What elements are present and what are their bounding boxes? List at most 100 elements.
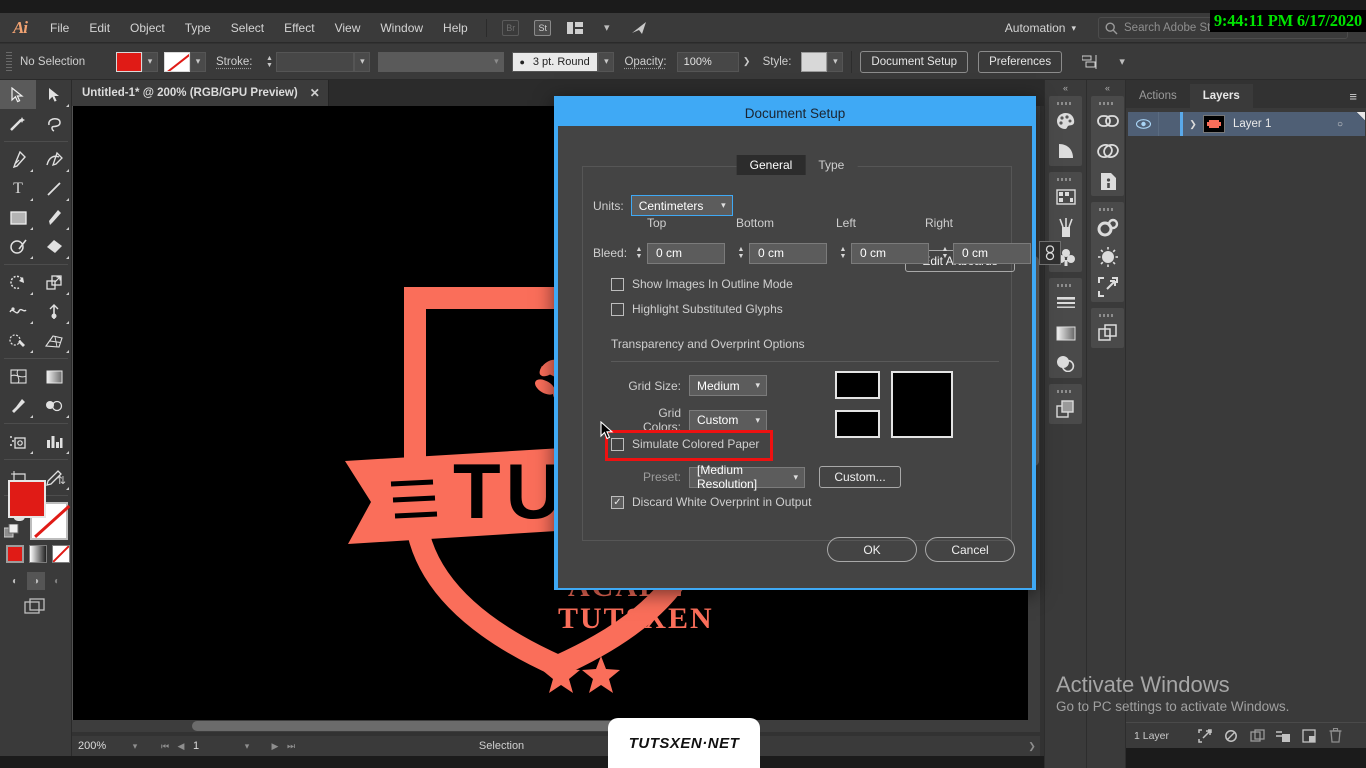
gradient-panel-icon[interactable] — [1049, 318, 1083, 348]
fill-color-swatch[interactable] — [116, 51, 142, 72]
menu-select[interactable]: Select — [221, 13, 274, 43]
document-info-icon[interactable] — [1091, 166, 1125, 196]
mesh-tool[interactable] — [0, 362, 36, 391]
show-images-checkbox[interactable] — [611, 277, 624, 291]
layer-row[interactable]: ❯ Layer 1 ○ — [1128, 112, 1365, 136]
document-tab[interactable]: Untitled-1* @ 200% (RGB/GPU Preview) ✕ — [72, 80, 329, 106]
creative-cloud-libraries-icon[interactable] — [1091, 136, 1125, 166]
menu-help[interactable]: Help — [433, 13, 478, 43]
control-bar-grip[interactable] — [6, 51, 12, 72]
locate-object-icon[interactable] — [1192, 726, 1218, 746]
zoom-chevron-down-icon[interactable]: ▾ — [127, 738, 143, 754]
make-clipping-mask-icon[interactable] — [1218, 726, 1244, 746]
canvas-horizontal-scrollbar[interactable] — [72, 720, 1035, 732]
links-panel-icon[interactable] — [1091, 106, 1125, 136]
rotate-tool[interactable] — [0, 268, 36, 297]
discard-white-row[interactable]: ✓ Discard White Overprint in Output — [611, 495, 811, 509]
lock-column[interactable] — [1158, 112, 1180, 136]
tab-layers[interactable]: Layers — [1189, 84, 1253, 108]
free-transform-tool[interactable] — [36, 297, 72, 326]
status-expand-icon[interactable]: ❯ — [1024, 738, 1040, 754]
preferences-button[interactable]: Preferences — [978, 50, 1063, 73]
artboard-chevron-down-icon[interactable]: ▾ — [239, 738, 255, 754]
draw-inside-icon[interactable]: ◐ — [48, 572, 66, 590]
bleed-left-input[interactable]: 0 cm — [851, 242, 929, 264]
tab-actions[interactable]: Actions — [1126, 84, 1190, 108]
create-new-sublayer-icon[interactable] — [1270, 726, 1296, 746]
graphic-style-swatch[interactable] — [801, 51, 828, 72]
menu-effect[interactable]: Effect — [274, 13, 324, 43]
gradient-tool[interactable] — [36, 362, 72, 391]
close-icon[interactable]: ✕ — [310, 86, 320, 100]
automation-workspace-switcher[interactable]: Automation ▾ — [1005, 13, 1076, 43]
brushes-panel-icon[interactable] — [1049, 212, 1083, 242]
perspective-grid-tool[interactable] — [36, 326, 72, 355]
appearance-panel-icon[interactable] — [1049, 394, 1083, 424]
stroke-weight-chevron-down-icon[interactable]: ▾ — [354, 51, 371, 72]
brush-definition-chevron-down-icon[interactable]: ▾ — [598, 51, 615, 72]
grid-colors-select[interactable]: Custom ▾ — [689, 409, 767, 431]
color-button[interactable] — [6, 545, 24, 563]
stroke-profile-field[interactable] — [378, 51, 489, 72]
swatches-panel-icon[interactable] — [1049, 182, 1083, 212]
transparency-panel-icon[interactable] — [1049, 348, 1083, 378]
bleed-bottom-input[interactable]: 0 cm — [749, 242, 827, 264]
scrollbar-thumb[interactable] — [192, 721, 622, 731]
bridge-icon[interactable]: Br — [498, 17, 524, 39]
swap-fill-stroke-icon[interactable]: ⇅ — [57, 474, 66, 487]
brush-definition-value[interactable]: ● 3 pt. Round — [512, 51, 599, 72]
change-screen-mode-icon[interactable] — [24, 598, 48, 619]
default-fill-stroke-icon[interactable] — [3, 523, 20, 545]
tab-general[interactable]: General — [736, 155, 806, 175]
menu-object[interactable]: Object — [120, 13, 175, 43]
document-setup-button[interactable]: Document Setup — [860, 50, 969, 73]
preset-select[interactable]: [Medium Resolution] ▾ — [689, 463, 805, 491]
last-artboard-icon[interactable]: ⏭ — [283, 738, 299, 754]
ok-button[interactable]: OK — [827, 537, 917, 562]
share-icon[interactable] — [626, 17, 652, 39]
link-bleed-values-icon[interactable] — [1039, 241, 1061, 265]
grid-color-swatch-2[interactable] — [835, 410, 880, 438]
asset-export-icon[interactable] — [1091, 272, 1125, 302]
tab-type[interactable]: Type — [805, 155, 857, 175]
next-artboard-icon[interactable]: ▶ — [267, 738, 283, 754]
scale-tool[interactable] — [36, 268, 72, 297]
stroke-profile-chevron-down-icon[interactable]: ▾ — [488, 51, 505, 72]
bleed-right-stepper[interactable]: ▲ ▼ — [939, 246, 951, 260]
rail1-collapse-button[interactable]: « — [1045, 80, 1086, 96]
blend-tool[interactable] — [36, 391, 72, 420]
fill-color-box[interactable] — [8, 480, 46, 518]
eye-icon[interactable] — [1128, 119, 1158, 129]
pen-tool[interactable] — [0, 145, 36, 174]
stock-icon[interactable]: St — [530, 17, 556, 39]
bleed-right-input[interactable]: 0 cm — [953, 242, 1031, 264]
arrange-documents-icon[interactable] — [562, 17, 588, 39]
fill-chevron-down-icon[interactable]: ▾ — [142, 51, 158, 72]
zoom-level-input[interactable]: 200% — [72, 738, 127, 754]
previous-artboard-icon[interactable]: ◀ — [173, 738, 189, 754]
bleed-bottom-stepper[interactable]: ▲ ▼ — [735, 246, 747, 260]
grid-size-select[interactable]: Medium ▾ — [689, 375, 767, 396]
paintbrush-tool[interactable] — [36, 203, 72, 232]
opacity-input[interactable]: 100% — [676, 51, 739, 72]
stroke-weight-stepper[interactable]: ▲ ▼ — [262, 52, 276, 72]
chevron-down-icon[interactable]: ▾ — [594, 17, 620, 39]
draw-normal-icon[interactable]: ◐ — [6, 572, 24, 590]
menu-type[interactable]: Type — [175, 13, 221, 43]
direct-selection-tool[interactable] — [36, 80, 72, 109]
lasso-tool[interactable] — [36, 109, 72, 138]
make-sublayer-icon[interactable] — [1244, 726, 1270, 746]
stroke-chevron-down-icon[interactable]: ▾ — [190, 51, 206, 72]
custom-button[interactable]: Custom... — [819, 466, 901, 488]
stroke-color-swatch[interactable] — [164, 51, 190, 72]
magic-wand-tool[interactable] — [0, 109, 36, 138]
draw-behind-icon[interactable]: ◑ — [27, 572, 45, 590]
menu-window[interactable]: Window — [370, 13, 433, 43]
show-images-row[interactable]: Show Images In Outline Mode — [611, 277, 793, 291]
cancel-button[interactable]: Cancel — [925, 537, 1015, 562]
bleed-left-stepper[interactable]: ▲ ▼ — [837, 246, 849, 260]
layer-name-label[interactable]: Layer 1 — [1225, 118, 1327, 130]
menu-edit[interactable]: Edit — [79, 13, 120, 43]
target-indicator-icon[interactable]: ○ — [1327, 119, 1353, 130]
opacity-flyout-icon[interactable]: ❯ — [739, 52, 755, 72]
